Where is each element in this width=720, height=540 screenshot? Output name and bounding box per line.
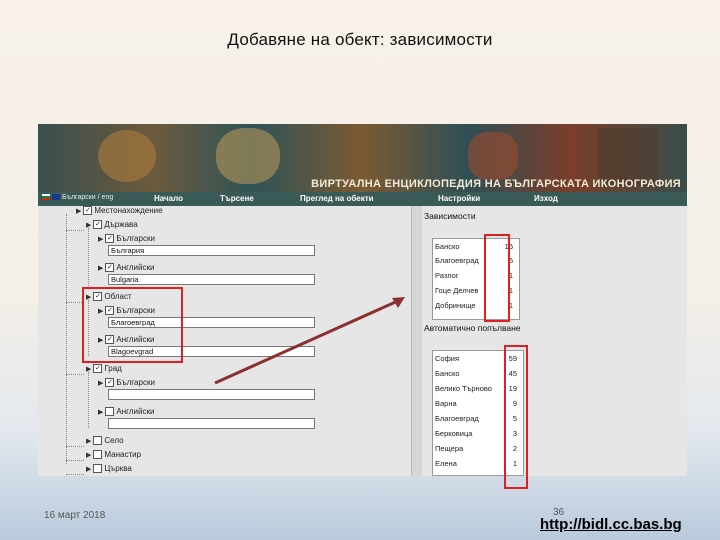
arrow-shaft [214, 298, 401, 385]
source-link[interactable]: http://bidl.cc.bas.bg [540, 516, 682, 533]
annotation-arrow [214, 297, 405, 385]
slide-date: 16 март 2018 [44, 510, 106, 521]
